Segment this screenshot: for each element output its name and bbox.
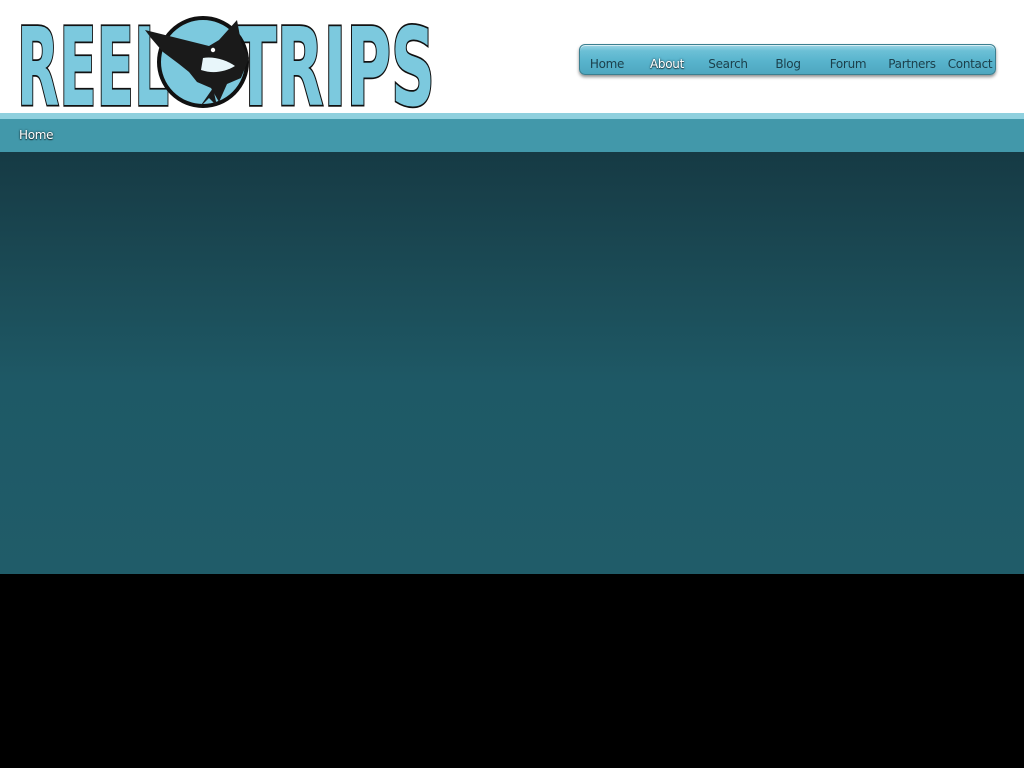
header: REEL TRIPS Home About Search Blog Forum … <box>0 0 1024 113</box>
site-logo[interactable]: REEL TRIPS <box>13 12 439 110</box>
nav-search[interactable]: Search <box>706 45 750 76</box>
main-content <box>0 152 1024 574</box>
footer-area <box>0 574 1024 768</box>
nav-about[interactable]: About <box>646 45 688 76</box>
logo-text-reel: REEL <box>17 12 169 110</box>
nav-partners[interactable]: Partners <box>887 45 937 76</box>
breadcrumb-bar: Home <box>0 119 1024 152</box>
main-nav: Home About Search Blog Forum Partners Co… <box>579 44 996 75</box>
breadcrumb-home-link[interactable]: Home <box>19 119 54 152</box>
nav-blog[interactable]: Blog <box>770 45 806 76</box>
page: REEL TRIPS Home About Search Blog Forum … <box>0 0 1024 768</box>
nav-forum[interactable]: Forum <box>828 45 868 76</box>
nav-contact[interactable]: Contact <box>947 45 993 76</box>
nav-home[interactable]: Home <box>586 45 628 76</box>
logo-text-trips: TRIPS <box>235 12 435 110</box>
logo-graphic: REEL TRIPS <box>15 12 437 110</box>
